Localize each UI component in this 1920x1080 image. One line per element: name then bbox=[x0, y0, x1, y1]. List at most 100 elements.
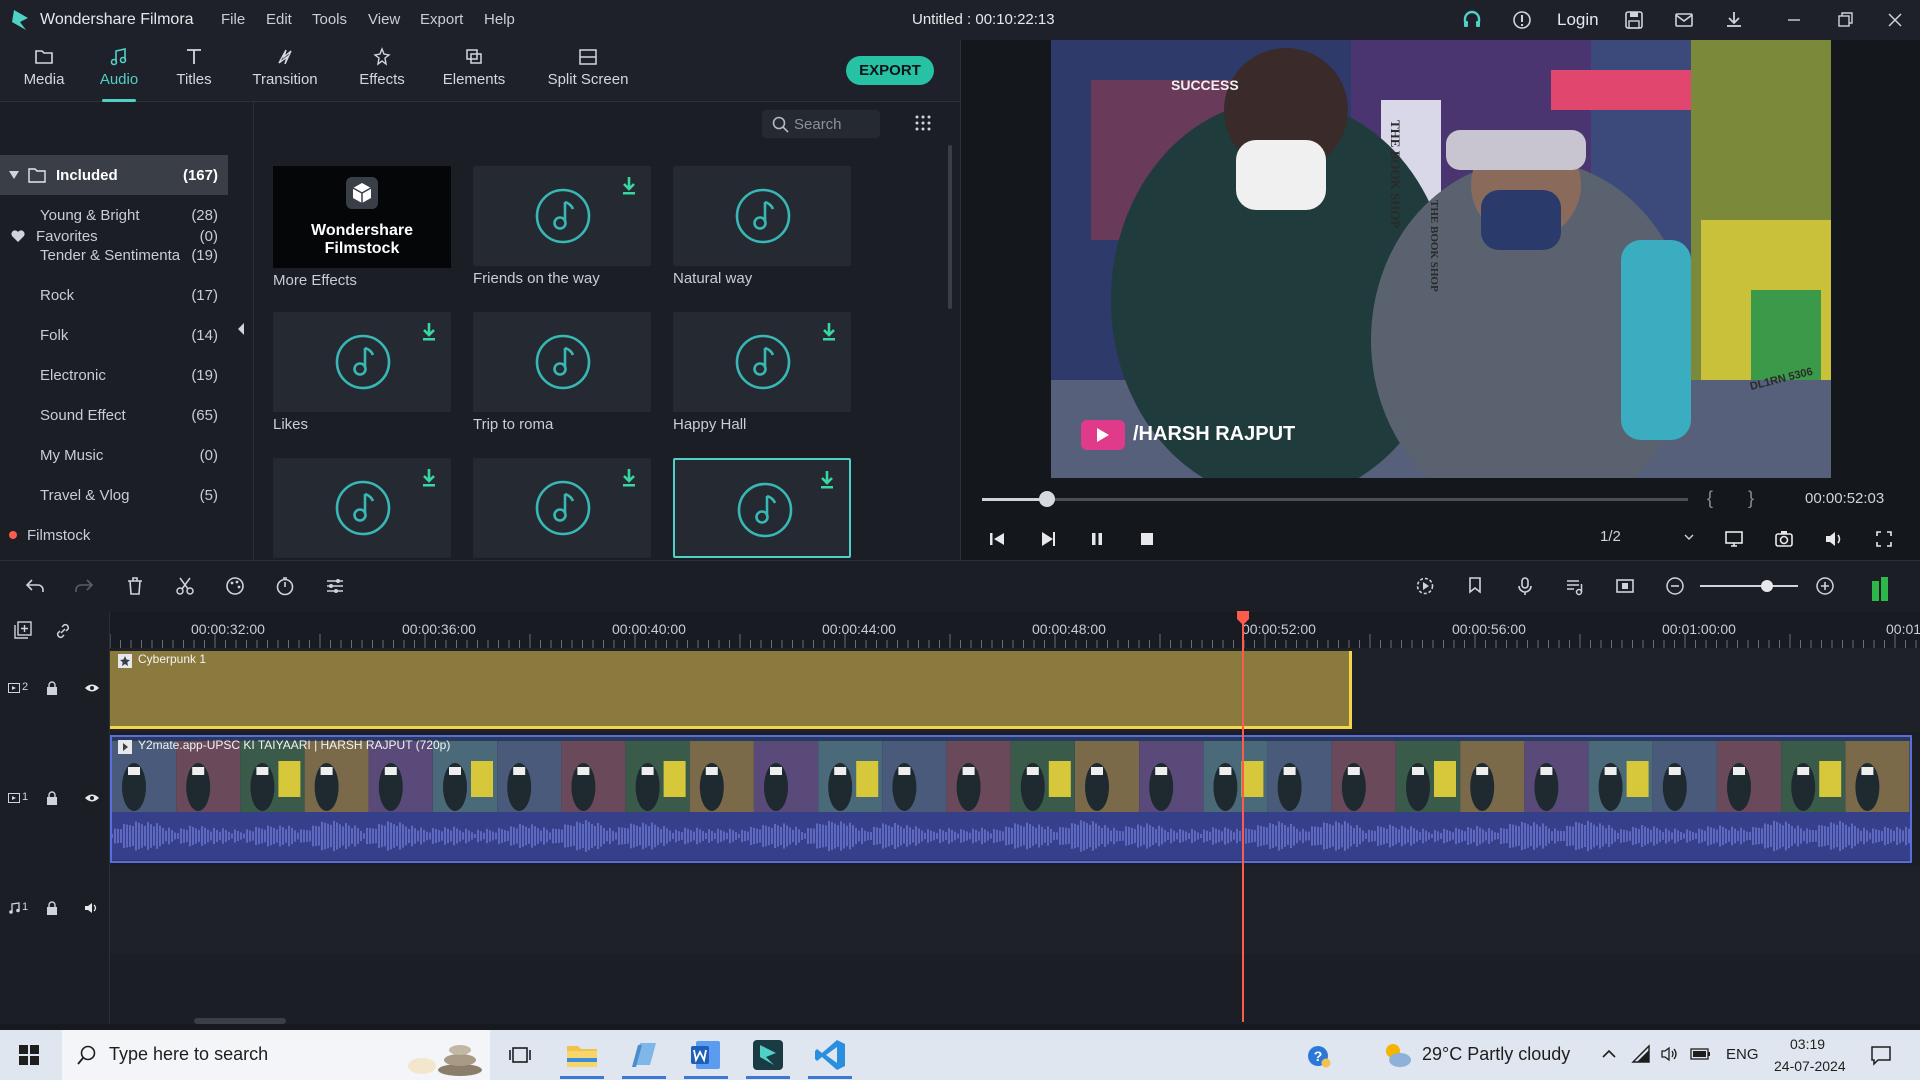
close-icon[interactable] bbox=[1884, 9, 1906, 31]
seek-handle[interactable] bbox=[1039, 491, 1055, 507]
tab-media[interactable]: Media bbox=[18, 40, 70, 102]
lock-icon[interactable] bbox=[46, 681, 58, 695]
zoom-in-icon[interactable] bbox=[1814, 575, 1836, 597]
network-icon[interactable] bbox=[1631, 1044, 1651, 1064]
lock-icon[interactable] bbox=[46, 901, 58, 915]
tab-effects[interactable]: Effects bbox=[350, 40, 414, 102]
mail-icon[interactable] bbox=[1673, 9, 1695, 31]
cut-scissors-icon[interactable] bbox=[174, 575, 196, 597]
display-monitor-icon[interactable] bbox=[1723, 528, 1745, 550]
filmora-taskbar-icon[interactable] bbox=[750, 1037, 786, 1073]
tab-transition[interactable]: Transition bbox=[240, 40, 330, 102]
playhead[interactable] bbox=[1242, 612, 1244, 1022]
tab-audio[interactable]: Audio bbox=[88, 40, 150, 102]
tab-split-screen[interactable]: Split Screen bbox=[540, 40, 636, 102]
library-item-rock[interactable]: Rock (17) bbox=[0, 275, 228, 315]
word-icon[interactable] bbox=[688, 1037, 724, 1073]
step-back-icon[interactable] bbox=[986, 528, 1008, 550]
stop-icon[interactable] bbox=[1136, 528, 1158, 550]
audio-card[interactable] bbox=[473, 312, 651, 412]
download-arrow-icon[interactable] bbox=[821, 322, 837, 342]
volume-icon[interactable] bbox=[1823, 528, 1845, 550]
audio-card[interactable] bbox=[673, 166, 851, 266]
undo-icon[interactable] bbox=[24, 575, 46, 597]
windows-start-icon[interactable] bbox=[18, 1044, 40, 1066]
input-language[interactable]: ENG bbox=[1726, 1046, 1759, 1063]
info-icon[interactable] bbox=[1511, 9, 1533, 31]
login-link[interactable]: Login bbox=[1557, 10, 1599, 30]
headset-support-icon[interactable] bbox=[1461, 9, 1483, 31]
tab-titles[interactable]: Titles bbox=[168, 40, 220, 102]
menu-file[interactable]: File bbox=[221, 11, 245, 28]
notifications-icon[interactable] bbox=[1870, 1044, 1892, 1066]
minimize-icon[interactable] bbox=[1783, 9, 1805, 31]
download-arrow-icon[interactable] bbox=[621, 468, 637, 488]
collapse-sidebar-icon[interactable] bbox=[236, 322, 246, 336]
audio-card[interactable] bbox=[273, 312, 451, 412]
volume-tray-icon[interactable] bbox=[1660, 1044, 1680, 1064]
grid-view-icon[interactable] bbox=[914, 114, 932, 132]
audio-card[interactable] bbox=[273, 458, 451, 558]
pip-icon[interactable] bbox=[1614, 575, 1636, 597]
mark-in-bracket-icon[interactable]: { bbox=[1707, 488, 1713, 509]
library-item-my-music[interactable]: My Music (0) bbox=[0, 435, 228, 475]
speaker-icon[interactable] bbox=[84, 901, 100, 915]
link-icon[interactable] bbox=[54, 622, 72, 640]
play-icon[interactable] bbox=[1036, 528, 1058, 550]
download-arrow-icon[interactable] bbox=[621, 176, 637, 196]
library-item-electronic[interactable]: Electronic (19) bbox=[0, 355, 228, 395]
snapshot-camera-icon[interactable] bbox=[1773, 528, 1795, 550]
menu-help[interactable]: Help bbox=[484, 11, 515, 28]
library-item-filmstock[interactable]: Filmstock bbox=[0, 515, 228, 555]
library-item-tender-sentimental[interactable]: Tender & Sentimenta (19) bbox=[0, 235, 228, 275]
add-track-icon[interactable] bbox=[14, 621, 32, 639]
playhead-handle-icon[interactable] bbox=[1236, 610, 1250, 626]
battery-icon[interactable] bbox=[1690, 1046, 1712, 1062]
zoom-slider-handle[interactable] bbox=[1761, 580, 1773, 592]
library-item-folk[interactable]: Folk (14) bbox=[0, 315, 228, 355]
restore-icon[interactable] bbox=[1834, 9, 1856, 31]
audio-card[interactable] bbox=[473, 166, 651, 266]
timeline-horizontal-scrollbar[interactable] bbox=[194, 1018, 286, 1024]
microphone-icon[interactable] bbox=[1514, 575, 1536, 597]
menu-view[interactable]: View bbox=[368, 11, 400, 28]
marker-icon[interactable] bbox=[1464, 575, 1486, 597]
fullscreen-icon[interactable] bbox=[1873, 528, 1895, 550]
menu-edit[interactable]: Edit bbox=[266, 11, 292, 28]
color-palette-icon[interactable] bbox=[224, 575, 246, 597]
tab-elements[interactable]: Elements bbox=[436, 40, 512, 102]
zoom-slider[interactable] bbox=[1700, 585, 1798, 587]
speed-timer-icon[interactable] bbox=[274, 575, 296, 597]
pause-icon[interactable] bbox=[1086, 528, 1108, 550]
audio-mixer-icon[interactable] bbox=[1564, 575, 1586, 597]
export-button[interactable]: EXPORT bbox=[846, 56, 934, 85]
help-tips-icon[interactable]: ? bbox=[1306, 1043, 1332, 1069]
download-icon[interactable] bbox=[1723, 9, 1745, 31]
mark-out-bracket-icon[interactable]: } bbox=[1748, 488, 1754, 509]
render-preview-icon[interactable] bbox=[1414, 575, 1436, 597]
library-item-included[interactable]: Included (167) bbox=[0, 155, 228, 195]
vscode-icon[interactable] bbox=[812, 1037, 848, 1073]
redo-icon[interactable] bbox=[73, 575, 95, 597]
download-arrow-icon[interactable] bbox=[421, 468, 437, 488]
preview-quality-select[interactable]: 1/2 bbox=[1600, 528, 1696, 550]
save-icon[interactable] bbox=[1623, 9, 1645, 31]
seek-bar[interactable] bbox=[982, 498, 1688, 501]
adjust-sliders-icon[interactable] bbox=[324, 575, 346, 597]
library-item-young-bright[interactable]: Young & Bright (28) bbox=[0, 195, 228, 235]
delete-trash-icon[interactable] bbox=[124, 575, 146, 597]
taskbar-search-box[interactable]: Type here to search bbox=[62, 1030, 490, 1080]
eye-icon[interactable] bbox=[84, 792, 100, 804]
task-view-icon[interactable] bbox=[508, 1043, 532, 1067]
audio-card[interactable] bbox=[473, 458, 651, 558]
effect-clip-cyberpunk[interactable] bbox=[110, 651, 1352, 729]
weather-text[interactable]: 29°C Partly cloudy bbox=[1422, 1044, 1570, 1065]
timeline-ruler[interactable] bbox=[110, 612, 1920, 648]
clock-date[interactable]: 24-07-2024 bbox=[1774, 1058, 1846, 1074]
menu-tools[interactable]: Tools bbox=[312, 11, 347, 28]
download-arrow-icon[interactable] bbox=[421, 322, 437, 342]
partly-cloudy-weather-icon[interactable] bbox=[1380, 1040, 1414, 1070]
library-item-sound-effect[interactable]: Sound Effect (65) bbox=[0, 395, 228, 435]
lock-icon[interactable] bbox=[46, 791, 58, 805]
audio-card[interactable] bbox=[673, 458, 851, 558]
